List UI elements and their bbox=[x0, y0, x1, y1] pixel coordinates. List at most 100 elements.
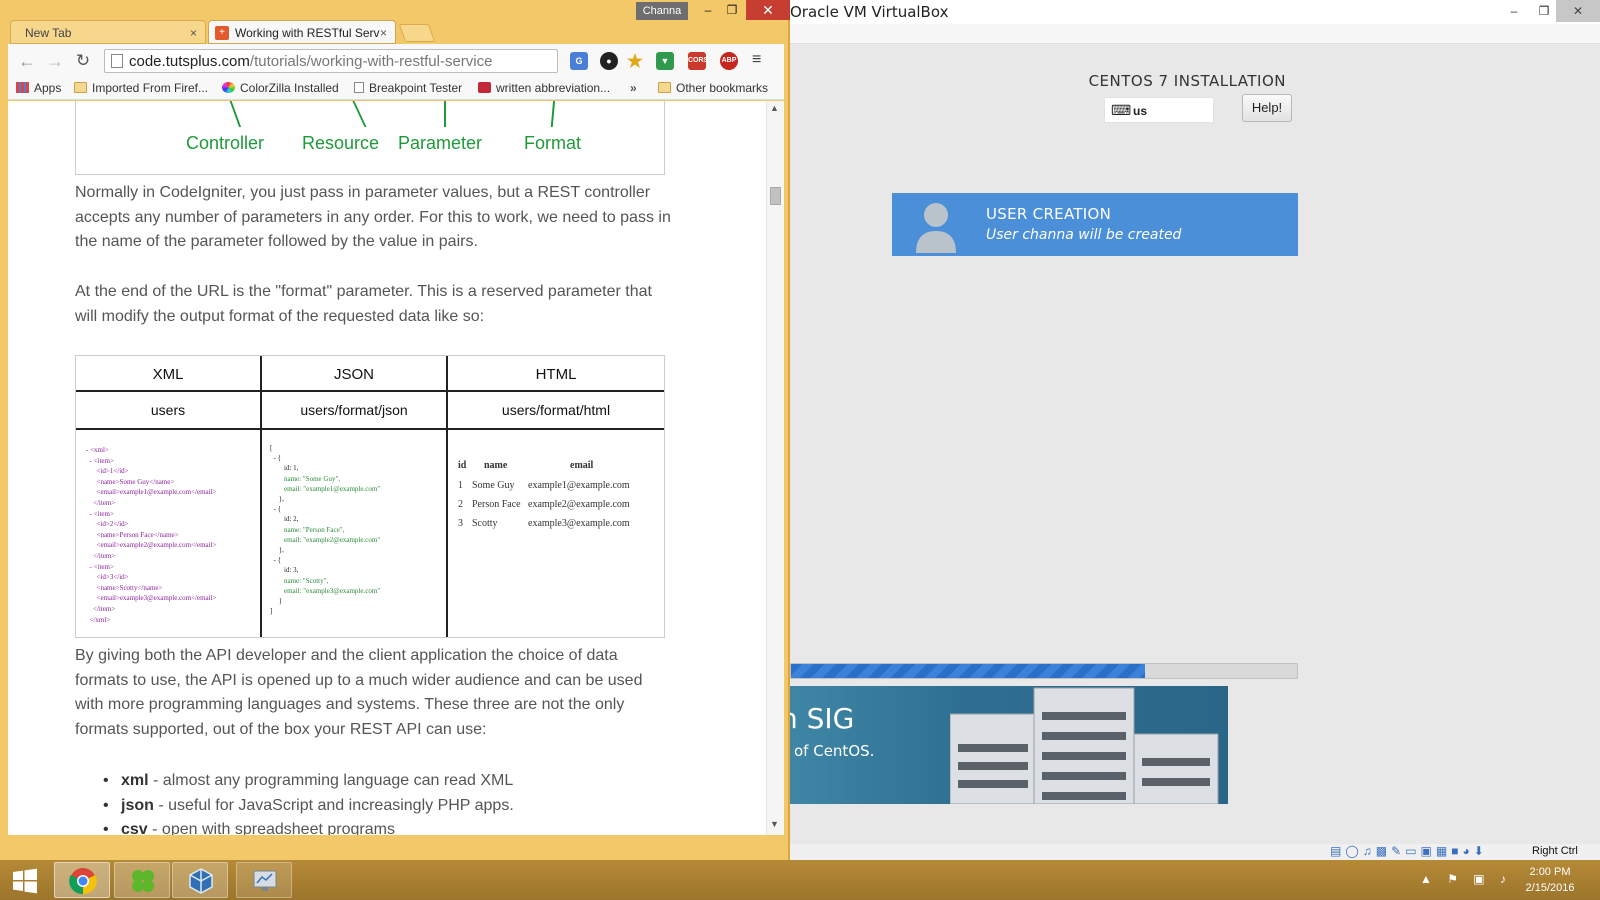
format-term: json bbox=[121, 796, 154, 814]
clock-time[interactable]: 2:00 PM bbox=[1510, 866, 1590, 878]
html-sample-header: name bbox=[484, 460, 508, 471]
taskbar-monitor-button[interactable] bbox=[236, 862, 292, 898]
format-description: - useful for JavaScript and increasingly… bbox=[153, 796, 514, 814]
html-column: HTML users/format/html id name email 1 Some … bbox=[448, 356, 664, 637]
server-rack-illustration bbox=[950, 687, 1219, 804]
translate-icon[interactable]: G bbox=[570, 52, 588, 70]
vbox-close-button[interactable]: ✕ bbox=[1556, 0, 1600, 22]
virtualbox-statusbar: ▤◯♫▩✎▭▣▦■◕⬇ Right Ctrl bbox=[790, 844, 1600, 860]
windows-taskbar: ▲ ⚑ ▣ ♪ 2:00 PM 2/15/2016 bbox=[0, 860, 1600, 900]
scroll-down-arrow-icon[interactable]: ▼ bbox=[770, 819, 779, 829]
format-list-item: xml - almost any programming language ca… bbox=[103, 769, 663, 794]
virtualbox-window: Oracle VM VirtualBox – ❐ ✕ CENTOS 7 INST… bbox=[790, 0, 1600, 860]
html-sample-cell: 2 bbox=[458, 499, 463, 510]
xml-code-line: <email>example2@example.com</email> bbox=[86, 541, 217, 550]
virtualization-icon[interactable]: ■ bbox=[1451, 844, 1462, 858]
cors-icon[interactable]: CORS bbox=[688, 52, 708, 70]
user-creation-spoke[interactable]: USER CREATION User channa will be create… bbox=[892, 193, 1298, 256]
mouse-integration-icon[interactable]: ◕ bbox=[1462, 844, 1473, 858]
column-header-json: JSON bbox=[333, 366, 374, 383]
browser-toolbar: ← → ↻ code.tutsplus.com/tutorials/workin… bbox=[8, 44, 784, 78]
json-code-line: name: "Scotty", bbox=[270, 576, 329, 585]
tab-new-tab[interactable]: New Tab × bbox=[10, 20, 206, 44]
xml-column: XML users - <xml> - <item> <id>1</id> <n… bbox=[76, 356, 260, 637]
taskbar-virtualbox-button[interactable] bbox=[172, 862, 228, 898]
bookmark-label: Other bookmarks bbox=[676, 81, 769, 95]
back-button[interactable]: ← bbox=[16, 50, 38, 72]
install-progress-bar bbox=[790, 663, 1298, 679]
video-capture-icon[interactable]: ▦ bbox=[1436, 844, 1451, 858]
clover-icon bbox=[132, 870, 154, 892]
json-code-line: - { bbox=[270, 505, 281, 514]
diagram-connector bbox=[550, 101, 556, 127]
column-header-xml: XML bbox=[152, 366, 184, 383]
colorzilla-icon[interactable]: ● bbox=[600, 52, 618, 70]
optical-disk-icon[interactable]: ◯ bbox=[1345, 844, 1362, 858]
keyboard-layout-label: us bbox=[1133, 104, 1148, 118]
tab-working-with-restful[interactable]: + Working with RESTful Serv × bbox=[208, 20, 396, 44]
new-tab-button[interactable] bbox=[398, 24, 436, 42]
chrome-close-button[interactable]: ✕ bbox=[746, 0, 790, 20]
url-anatomy-diagram: Controller Resource Parameter Format bbox=[75, 101, 665, 175]
bookmark-colorzilla-installed[interactable]: ColorZilla Installed bbox=[222, 81, 339, 95]
url-text[interactable]: code.tutsplus.com/tutorials/working-with… bbox=[129, 53, 492, 70]
system-tray[interactable]: ▲ ⚑ ▣ ♪ bbox=[1420, 872, 1512, 886]
user-creation-title: USER CREATION bbox=[986, 205, 1112, 223]
virtualbox-icon bbox=[189, 868, 213, 894]
url-path: /tutorials/working-with-restful-service bbox=[249, 53, 493, 70]
bookmark-imported-from-firefox[interactable]: Imported From Firef... bbox=[74, 81, 208, 95]
site-favicon-icon bbox=[478, 82, 491, 93]
network-icon[interactable]: ▩ bbox=[1376, 844, 1391, 858]
more-bookmarks-chevron[interactable]: » bbox=[630, 81, 637, 95]
chrome-minimize-button[interactable]: – bbox=[696, 0, 720, 20]
forward-button[interactable]: → bbox=[44, 50, 66, 72]
host-key-arrow-icon[interactable]: ⬇ bbox=[1474, 844, 1488, 858]
windows-start-icon[interactable] bbox=[12, 868, 38, 894]
vbox-minimize-button[interactable]: – bbox=[1500, 0, 1528, 22]
status-icons[interactable]: ▤◯♫▩✎▭▣▦■◕⬇ bbox=[1330, 844, 1488, 860]
bookmark-apps[interactable]: Apps bbox=[16, 81, 61, 95]
clock-date[interactable]: 2/15/2016 bbox=[1510, 882, 1590, 894]
chrome-menu-button[interactable]: ≡ bbox=[752, 51, 761, 69]
profile-button[interactable]: Channa bbox=[636, 2, 688, 20]
scroll-up-arrow-icon[interactable]: ▲ bbox=[770, 103, 779, 113]
hard-disk-icon[interactable]: ▤ bbox=[1330, 844, 1345, 858]
html-sample-cell: example1@example.com bbox=[528, 480, 630, 491]
adblock-plus-icon[interactable]: ABP bbox=[720, 52, 738, 70]
html-sample-cell: 3 bbox=[458, 518, 463, 529]
help-button[interactable]: Help! bbox=[1242, 94, 1292, 122]
audio-icon[interactable]: ♫ bbox=[1363, 844, 1376, 858]
page-scrollbar[interactable]: ▲ ▼ bbox=[766, 101, 784, 835]
vbox-maximize-button[interactable]: ❐ bbox=[1530, 0, 1558, 22]
chrome-maximize-button[interactable]: ❐ bbox=[720, 0, 744, 20]
diagram-label-format: Format bbox=[524, 133, 582, 153]
display-icon[interactable]: ▣ bbox=[1421, 844, 1436, 858]
vm-display[interactable]: CENTOS 7 INSTALLATION ⌨ us Help! USER CR… bbox=[790, 44, 1600, 844]
bookmark-star-icon[interactable]: ★ bbox=[626, 52, 644, 70]
article-paragraph: At the end of the URL is the "format" pa… bbox=[75, 283, 652, 325]
bookmark-breakpoint-tester[interactable]: Breakpoint Tester bbox=[354, 81, 462, 95]
format-comparison-figure: XML users - <xml> - <item> <id>1</id> <n… bbox=[75, 355, 665, 638]
virtualbox-titlebar[interactable]: Oracle VM VirtualBox – ❐ ✕ bbox=[790, 0, 1600, 24]
keyboard-layout-indicator[interactable]: ⌨ us bbox=[1104, 97, 1214, 123]
shared-folders-icon[interactable]: ▭ bbox=[1405, 844, 1420, 858]
centos-sig-banner: n SIG of CentOS. bbox=[790, 686, 1228, 804]
taskbar-chrome-button[interactable] bbox=[54, 862, 110, 898]
diagram-connector bbox=[444, 101, 446, 127]
bookmark-other-bookmarks[interactable]: Other bookmarks bbox=[658, 81, 768, 95]
tab-title: New Tab bbox=[25, 26, 72, 40]
bookmark-written-abbreviation[interactable]: written abbreviation... bbox=[478, 81, 610, 95]
format-description: - almost any programming language can re… bbox=[148, 772, 514, 789]
chromecast-icon[interactable]: ▼ bbox=[656, 52, 674, 70]
page-content[interactable]: Controller Resource Parameter Format Nor… bbox=[8, 101, 766, 835]
taskbar-clover-button[interactable] bbox=[114, 862, 170, 898]
json-code-line: email: "example1@example.com" bbox=[270, 484, 381, 493]
path-json: users/format/json bbox=[300, 402, 408, 418]
reload-button[interactable]: ↻ bbox=[72, 50, 94, 72]
address-bar[interactable]: code.tutsplus.com/tutorials/working-with… bbox=[104, 49, 558, 73]
usb-icon[interactable]: ✎ bbox=[1391, 844, 1405, 858]
html-sample-cell: Some Guy bbox=[472, 480, 515, 491]
scrollbar-thumb[interactable] bbox=[770, 187, 781, 205]
tab-close-icon[interactable]: × bbox=[190, 21, 197, 43]
tab-close-icon[interactable]: × bbox=[380, 21, 387, 43]
